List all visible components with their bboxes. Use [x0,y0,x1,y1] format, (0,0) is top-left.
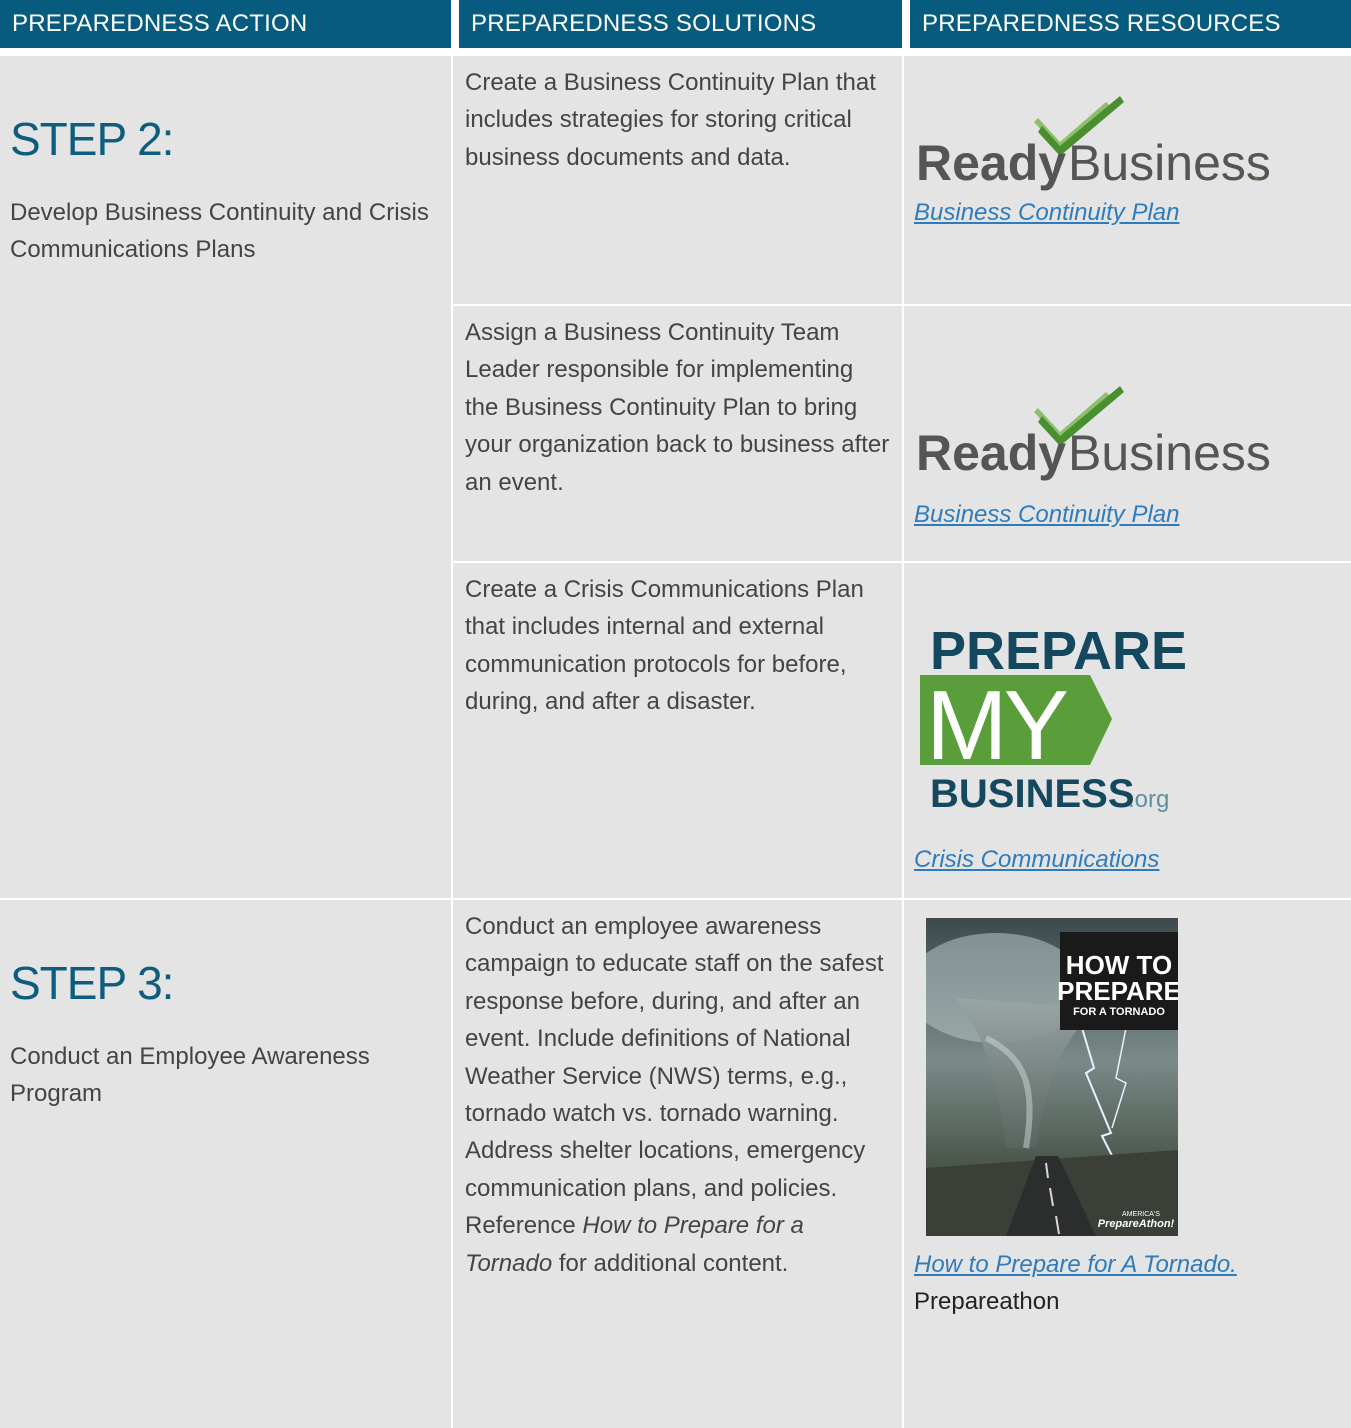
header-resources: PREPAREDNESS RESOURCES [910,0,1351,48]
step2-title: STEP 2: [10,113,174,165]
solution-text: Create a Crisis Communications Plan that… [465,576,864,716]
pmb-line2: MY [926,670,1068,780]
cover-brand2: PrepareAthon! [1098,1218,1175,1230]
step3-description: Conduct an Employee Awareness Program [10,1043,370,1107]
solution-text-before: Conduct an employee awareness campaign t… [465,913,884,1240]
step2-action-cell: STEP 2: Develop Business Continuity and … [0,56,451,898]
preparedness-table: PREPAREDNESS ACTION PREPAREDNESS SOLUTIO… [0,0,1351,1428]
cover-brand1: AMERICA'S [1122,1211,1160,1218]
step2-resource-2: Ready Business . Business Continuity Pla… [902,304,1351,561]
step3-resource: HOW TO PREPARE FOR A TORNADO AMERICA'S P… [902,898,1351,1428]
logo-dot: . [1252,154,1260,187]
step2-resource-1: Ready Business . Business Continuity Pla… [902,56,1351,304]
ready-business-logo: Ready Business . [916,386,1271,481]
pmb-line3: BUSINESS [930,772,1135,815]
step2-description: Develop Business Continuity and Crisis C… [10,199,429,263]
header-solutions: PREPAREDNESS SOLUTIONS [459,0,902,48]
ready-business-logo: Ready Business . [916,96,1271,191]
step3-title: STEP 3: [10,957,174,1009]
business-word: Business [1068,135,1271,191]
cover-line2: PREPARE [1057,976,1178,1006]
prepare-my-business-logo: PREPARE MY BUSINESS .org [920,621,1187,815]
ready-word: Ready [916,135,1066,191]
step3-action-cell: STEP 3: Conduct an Employee Awareness Pr… [0,898,451,1428]
step2-solution-1: Create a Business Continuity Plan that i… [451,56,902,304]
crisis-communications-link[interactable]: Crisis Communications [914,841,1159,878]
logo-dot: . [1252,444,1260,477]
business-word: Business [1068,425,1271,481]
business-continuity-plan-link-1[interactable]: Business Continuity Plan [914,194,1179,231]
cover-line3: FOR A TORNADO [1073,1006,1165,1018]
step3-solution: Conduct an employee awareness campaign t… [451,898,902,1428]
solution-text: Assign a Business Continuity Team Leader… [465,319,890,496]
pmb-suffix: .org [1128,786,1169,813]
step2-solution-2: Assign a Business Continuity Team Leader… [451,304,902,561]
solution-text: Create a Business Continuity Plan that i… [465,69,876,171]
resource-source: Prepareathon [914,1288,1060,1315]
tornado-guide-cover: HOW TO PREPARE FOR A TORNADO AMERICA'S P… [926,918,1178,1236]
step2-resource-3: PREPARE MY BUSINESS .org Crisis Communic… [902,561,1351,898]
header-action: PREPAREDNESS ACTION [0,0,451,48]
ready-word: Ready [916,425,1066,481]
business-continuity-plan-link-2[interactable]: Business Continuity Plan [914,496,1179,533]
solution-text-after: for additional content. [552,1249,789,1277]
step2-solution-3: Create a Crisis Communications Plan that… [451,561,902,898]
how-to-prepare-tornado-link[interactable]: How to Prepare for A Tornado. [914,1246,1237,1283]
